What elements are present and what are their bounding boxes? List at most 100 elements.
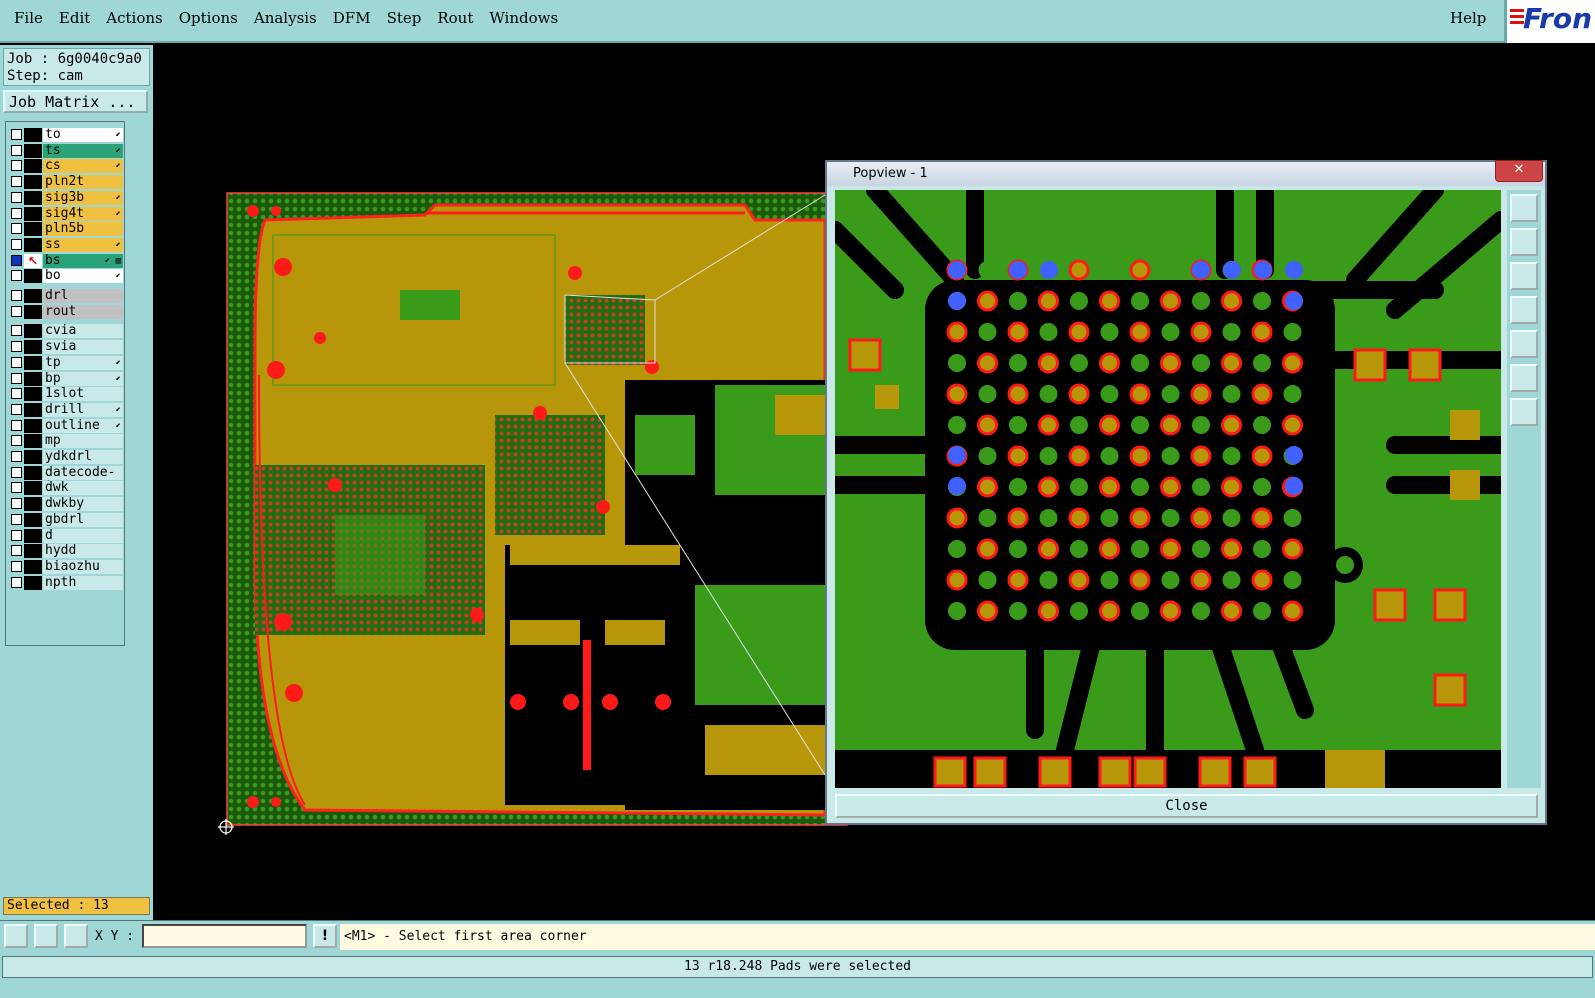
layer-checkbox[interactable] xyxy=(11,451,22,462)
layer-affected-slot[interactable] xyxy=(24,575,42,590)
layer-affected-slot[interactable] xyxy=(24,481,42,496)
menu-file[interactable]: File xyxy=(6,9,51,27)
layer-affected-slot[interactable] xyxy=(24,324,42,339)
layer-checkbox[interactable] xyxy=(11,513,22,525)
layer-checkbox[interactable] xyxy=(11,270,22,282)
layer-checkbox[interactable] xyxy=(11,388,22,400)
layer-affected-slot[interactable] xyxy=(24,340,42,355)
layer-checkbox[interactable] xyxy=(11,223,22,235)
layer-name[interactable]: outline ⬋ xyxy=(43,418,123,433)
menu-help[interactable]: Help xyxy=(1450,9,1486,27)
layer-row-d[interactable]: d xyxy=(8,528,124,543)
layer-checkbox[interactable] xyxy=(11,176,22,188)
popview-canvas[interactable] xyxy=(826,181,1510,788)
menu-rout[interactable]: Rout xyxy=(429,9,481,27)
layer-checkbox[interactable] xyxy=(11,129,22,140)
layer-name[interactable]: dwk xyxy=(43,481,123,496)
layer-row-ss[interactable]: ss ⬋ xyxy=(8,237,124,252)
menu-actions[interactable]: Actions xyxy=(98,9,170,27)
layer-name[interactable]: drl xyxy=(43,289,123,303)
layer-row-rout[interactable]: rout xyxy=(8,304,124,319)
layer-row-hydd[interactable]: hydd xyxy=(8,544,124,559)
menu-step[interactable]: Step xyxy=(379,9,430,27)
popview-pan-up-icon[interactable] xyxy=(1510,228,1538,256)
layer-checkbox[interactable] xyxy=(11,576,22,588)
layer-affected-slot[interactable] xyxy=(24,159,42,174)
menu-analysis[interactable]: Analysis xyxy=(246,9,325,27)
layer-checkbox[interactable] xyxy=(11,529,22,541)
info-icon[interactable]: ! xyxy=(313,924,337,948)
layer-row-gbdrl[interactable]: gbdrl xyxy=(8,512,124,527)
layer-checkbox[interactable] xyxy=(11,545,22,557)
layer-name[interactable]: sig3b ⬋ xyxy=(43,190,123,205)
layer-affected-slot[interactable] xyxy=(24,512,42,527)
layer-affected-slot[interactable] xyxy=(24,418,42,433)
layer-row-dwk[interactable]: dwk xyxy=(8,481,124,496)
layer-checkbox[interactable] xyxy=(11,372,22,384)
popview-zoom-out-icon[interactable] xyxy=(1510,364,1538,392)
layer-checkbox[interactable] xyxy=(11,560,22,572)
grid-snap-icon[interactable] xyxy=(64,924,88,948)
layer-row-pln5b[interactable]: pln5b xyxy=(8,222,124,237)
layer-affected-slot[interactable] xyxy=(24,269,42,284)
layer-checkbox[interactable] xyxy=(11,325,22,337)
popview-zoom-fit-icon[interactable] xyxy=(1510,194,1538,222)
layer-row-cvia[interactable]: cvia xyxy=(8,324,124,339)
menu-dfm[interactable]: DFM xyxy=(325,9,379,27)
layer-name[interactable]: drill ⬋ xyxy=(43,402,123,417)
layer-name[interactable]: pln5b xyxy=(43,222,123,237)
layer-name[interactable]: bs ⬋ ▥ xyxy=(43,253,123,268)
window-close-button[interactable]: ✕ xyxy=(1495,160,1543,182)
layer-name[interactable]: mp xyxy=(43,434,123,449)
layer-row-bo[interactable]: bo ⬋ xyxy=(8,269,124,284)
layer-affected-slot[interactable] xyxy=(24,143,42,158)
layer-affected-slot[interactable] xyxy=(24,371,42,386)
layer-checkbox[interactable] xyxy=(11,305,22,317)
layer-checkbox[interactable] xyxy=(11,482,22,494)
layer-affected-slot[interactable] xyxy=(24,402,42,417)
popview-pan-left-icon[interactable] xyxy=(1510,296,1538,324)
layer-affected-slot[interactable] xyxy=(24,434,42,449)
layer-name[interactable]: tp ⬋ xyxy=(43,355,123,370)
layer-checkbox[interactable] xyxy=(11,419,22,431)
layer-name[interactable]: svia xyxy=(43,340,123,355)
layer-affected-slot[interactable]: ↖ xyxy=(24,253,42,268)
layer-affected-slot[interactable] xyxy=(24,304,42,319)
layer-affected-slot[interactable] xyxy=(24,465,42,480)
layer-affected-slot[interactable] xyxy=(24,544,42,559)
layer-row-1slot[interactable]: 1slot xyxy=(8,387,124,402)
layer-row-mp[interactable]: mp xyxy=(8,434,124,449)
popview-zoom-in-icon[interactable] xyxy=(1510,398,1538,426)
layer-row-datecode-to[interactable]: datecode-to xyxy=(8,465,124,493)
menu-options[interactable]: Options xyxy=(171,9,246,27)
layer-affected-slot[interactable] xyxy=(24,175,42,190)
popview-pan-down-icon[interactable] xyxy=(1510,262,1538,290)
menu-edit[interactable]: Edit xyxy=(51,9,98,27)
layer-row-ydkdrl[interactable]: ydkdrl xyxy=(8,450,124,464)
layer-checkbox[interactable] xyxy=(11,144,22,156)
layer-name[interactable]: npth xyxy=(43,575,123,590)
layer-row-dwkby[interactable]: dwkby xyxy=(8,497,124,512)
layer-name[interactable]: sig4t ⬋ xyxy=(43,206,123,221)
layer-name[interactable]: d xyxy=(43,528,123,543)
layer-checkbox[interactable] xyxy=(11,403,22,415)
layer-row-npth[interactable]: npth xyxy=(8,575,124,590)
layer-checkbox[interactable] xyxy=(11,341,22,353)
layer-affected-slot[interactable] xyxy=(24,289,42,303)
layer-affected-slot[interactable] xyxy=(24,128,42,142)
layer-name[interactable]: pln2t xyxy=(43,175,123,190)
popview-close-button[interactable]: Close xyxy=(835,794,1538,818)
layer-affected-slot[interactable] xyxy=(24,497,42,512)
popview-pan-right-icon[interactable] xyxy=(1510,330,1538,358)
layer-row-sig4t[interactable]: sig4t ⬋ xyxy=(8,206,124,221)
layer-row-svia[interactable]: svia xyxy=(8,340,124,355)
menu-windows[interactable]: Windows xyxy=(481,9,566,27)
layer-row-bs[interactable]: ↖ bs ⬋ ▥ xyxy=(8,253,124,268)
layer-name[interactable]: hydd xyxy=(43,544,123,559)
layer-checkbox[interactable] xyxy=(11,207,22,219)
layer-row-outline[interactable]: outline ⬋ xyxy=(8,418,124,433)
layer-row-ts[interactable]: ts ⬋ xyxy=(8,143,124,158)
layer-row-cs[interactable]: cs ⬋ xyxy=(8,159,124,174)
layer-row-tp[interactable]: tp ⬋ xyxy=(8,355,124,370)
layer-row-bp[interactable]: bp ⬋ xyxy=(8,371,124,386)
